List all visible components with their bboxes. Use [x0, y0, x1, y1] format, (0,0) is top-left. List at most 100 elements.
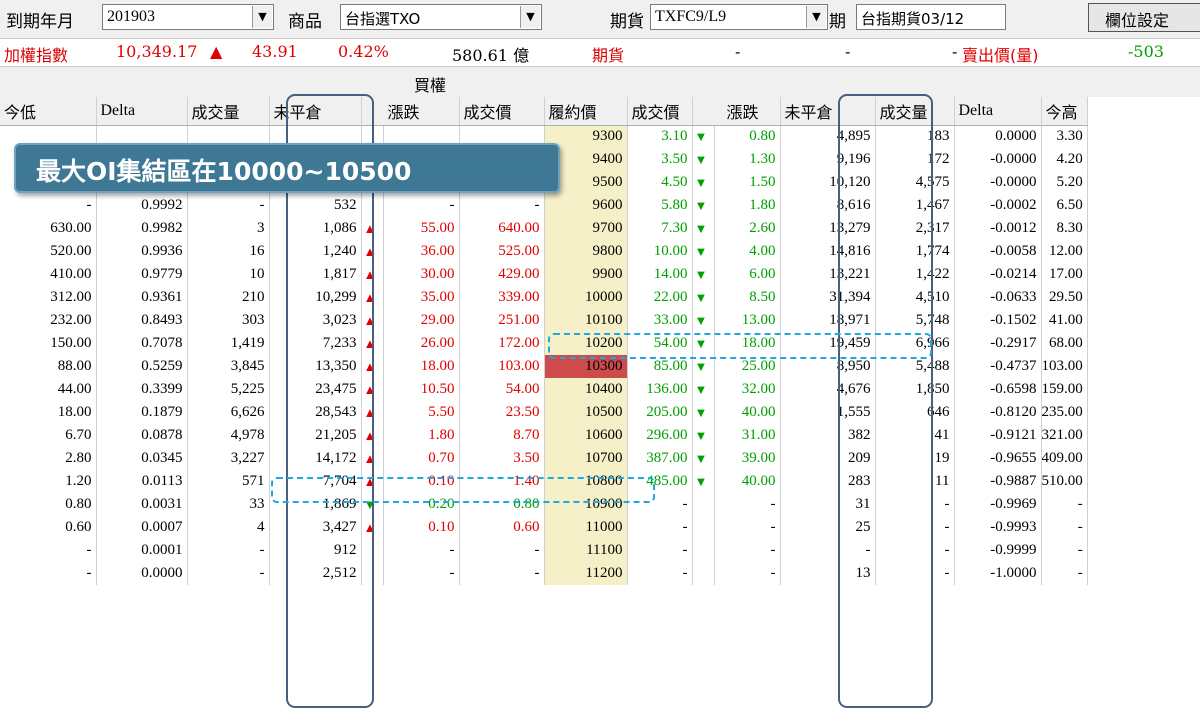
cell-put-price: 296.00: [627, 424, 693, 447]
down-arrow-icon: ▼: [692, 125, 715, 148]
period-label: 期: [829, 12, 846, 32]
futures-select[interactable]: TXFC9/L9 ▼: [650, 4, 828, 30]
cell-strike: 11000: [544, 516, 628, 539]
down-arrow-icon: ▼: [692, 424, 715, 447]
cell-price: 54.00: [459, 378, 545, 401]
cell-delta: 0.0878: [96, 424, 188, 447]
cell-delta: 0.0001: [96, 539, 188, 562]
cell-price: 103.00: [459, 355, 545, 378]
cell-low: -: [0, 194, 97, 217]
cell-high: 17.00: [1041, 263, 1088, 286]
cell-put-price: 5.80: [627, 194, 693, 217]
cell-volume: 33: [187, 493, 270, 516]
cell-put-change: 40.00: [714, 470, 781, 493]
cell-delta: 0.9992: [96, 194, 188, 217]
cell-put-price: 22.00: [627, 286, 693, 309]
product-label: 商品: [288, 12, 322, 32]
cell-change: 35.00: [383, 286, 460, 309]
cell-high: 41.00: [1041, 309, 1088, 332]
cell-low: 520.00: [0, 240, 97, 263]
cell-high: 510.00: [1041, 470, 1088, 493]
put-open-interest-frame: [838, 94, 933, 708]
cell-put-change: 1.80: [714, 194, 781, 217]
cell-put-delta: -0.0633: [954, 286, 1042, 309]
cell-put-delta: -0.0058: [954, 240, 1042, 263]
cell-put-delta: -0.9655: [954, 447, 1042, 470]
col-header-put-change[interactable]: 漲跌: [692, 97, 781, 126]
col-header-put-price[interactable]: 成交價: [627, 97, 693, 126]
cell-delta: 0.5259: [96, 355, 188, 378]
cell-put-delta: -1.0000: [954, 562, 1042, 585]
cell-high: 6.50: [1041, 194, 1088, 217]
cell-put-change: 1.50: [714, 171, 781, 194]
expiry-select[interactable]: 201903 ▼: [102, 4, 274, 30]
cell-high: 5.20: [1041, 171, 1088, 194]
cell-high: 8.30: [1041, 217, 1088, 240]
chevron-down-icon[interactable]: ▼: [806, 6, 826, 28]
cell-delta: 0.1879: [96, 401, 188, 424]
col-header-low[interactable]: 今低: [0, 97, 97, 126]
cell-put-delta: -0.9121: [954, 424, 1042, 447]
cell-delta: 0.9936: [96, 240, 188, 263]
cell-low: -: [0, 539, 97, 562]
call-section-header: 買權: [0, 67, 1200, 97]
futures-value-c: -: [952, 42, 958, 61]
cell-change: -: [383, 562, 460, 585]
down-arrow-icon: ▼: [692, 217, 715, 240]
down-arrow-icon: ▼: [692, 240, 715, 263]
cell-strike: 11200: [544, 562, 628, 585]
index-value: 10,349.17: [116, 42, 198, 61]
col-header-change[interactable]: 漲跌: [361, 97, 460, 126]
cell-volume: 10: [187, 263, 270, 286]
period-field[interactable]: 台指期貨03/12: [856, 4, 1006, 30]
cell-volume: 16: [187, 240, 270, 263]
cell-price: 251.00: [459, 309, 545, 332]
cell-put-change: 40.00: [714, 401, 781, 424]
cell-put-price: 205.00: [627, 401, 693, 424]
cell-change: 36.00: [383, 240, 460, 263]
cell-put-change-arrow: [692, 562, 715, 585]
cell-put-delta: -0.0214: [954, 263, 1042, 286]
col-header-high[interactable]: 今高: [1041, 97, 1088, 126]
max-call-oi-highlight: [271, 477, 655, 503]
cell-put-price: 387.00: [627, 447, 693, 470]
cell-strike: 9800: [544, 240, 628, 263]
down-arrow-icon: ▼: [692, 470, 715, 493]
cell-high: 3.30: [1041, 125, 1088, 148]
col-header-put-delta[interactable]: Delta: [954, 97, 1042, 126]
up-arrow-icon: ▲: [210, 42, 223, 61]
down-arrow-icon: ▼: [692, 401, 715, 424]
cell-price: 525.00: [459, 240, 545, 263]
down-arrow-icon: ▼: [692, 286, 715, 309]
cell-put-price: 4.50: [627, 171, 693, 194]
expiry-label: 到期年月: [6, 12, 74, 32]
cell-change: 0.70: [383, 447, 460, 470]
cell-put-delta: -0.9887: [954, 470, 1042, 493]
cell-put-change: 31.00: [714, 424, 781, 447]
col-header-strike[interactable]: 履約價: [544, 97, 628, 126]
col-header-volume[interactable]: 成交量: [187, 97, 270, 126]
col-header-price[interactable]: 成交價: [459, 97, 545, 126]
cell-put-price: -: [627, 516, 693, 539]
cell-low: 0.60: [0, 516, 97, 539]
product-select[interactable]: 台指選TXO ▼: [340, 4, 542, 30]
chevron-down-icon[interactable]: ▼: [252, 6, 272, 28]
col-header-delta[interactable]: Delta: [96, 97, 188, 126]
cell-delta: 0.9779: [96, 263, 188, 286]
cell-strike: 10400: [544, 378, 628, 401]
index-label: 加權指數: [4, 46, 69, 65]
cell-change: -: [383, 539, 460, 562]
cell-put-change: -: [714, 493, 781, 516]
futures-label: 期貨: [610, 12, 644, 32]
chevron-down-icon[interactable]: ▼: [520, 6, 540, 28]
cell-low: 150.00: [0, 332, 97, 355]
cell-change: 30.00: [383, 263, 460, 286]
cell-volume: 303: [187, 309, 270, 332]
cell-put-price: 33.00: [627, 309, 693, 332]
call-title: 買權: [414, 76, 447, 95]
cell-volume: 5,225: [187, 378, 270, 401]
index-change: 43.91: [252, 42, 298, 61]
cell-price: -: [459, 539, 545, 562]
down-arrow-icon: ▼: [692, 171, 715, 194]
column-settings-button[interactable]: 欄位設定: [1088, 3, 1200, 32]
